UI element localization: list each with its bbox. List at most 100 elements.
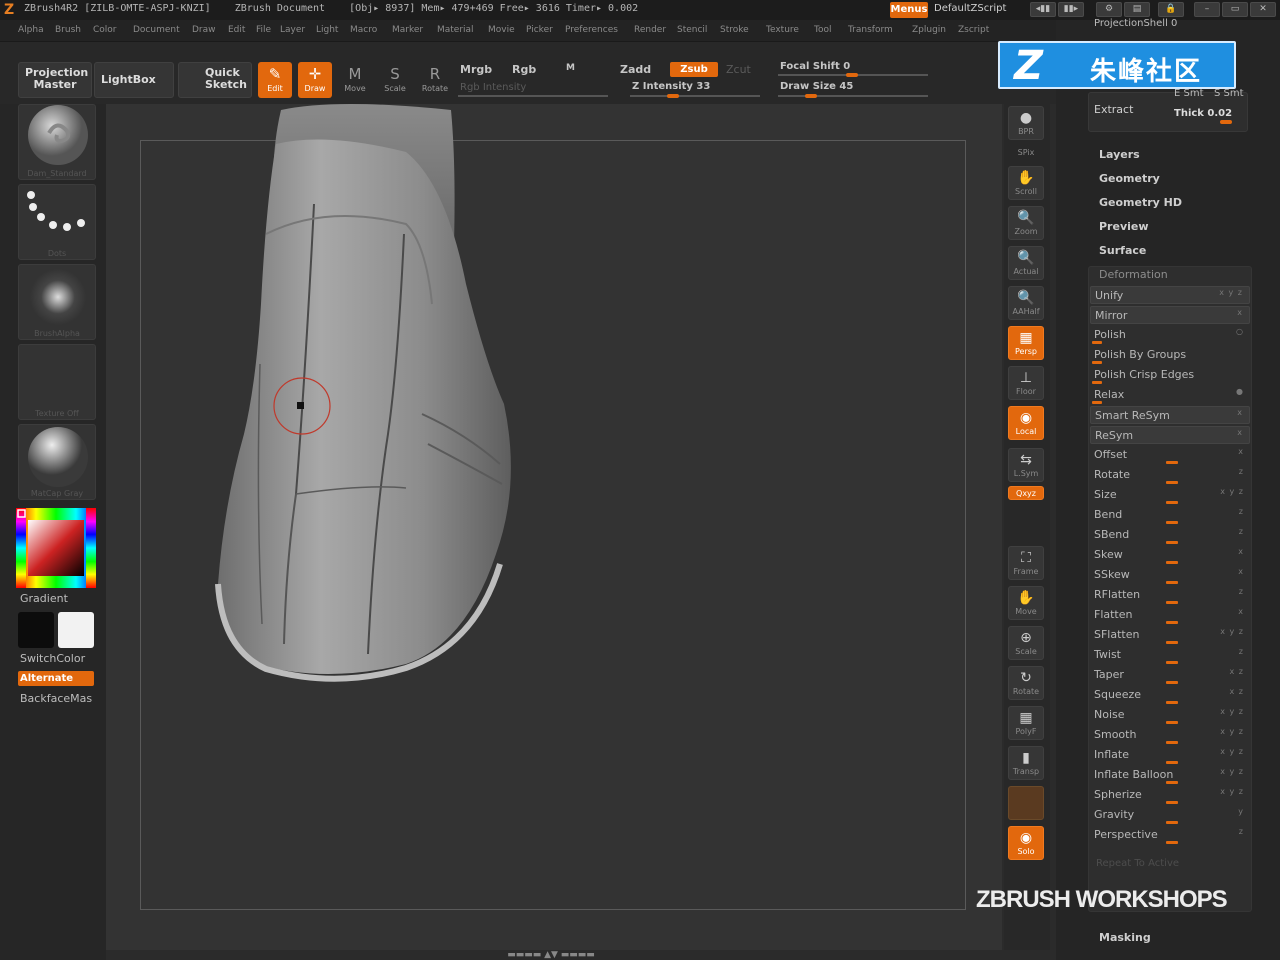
section-geometry[interactable]: Geometry [1099, 172, 1160, 185]
z-intensity-slider[interactable]: Z Intensity 33 [632, 81, 710, 92]
deform-slider-handle[interactable] [1166, 621, 1178, 624]
menu-stroke[interactable]: Stroke [720, 25, 749, 35]
focal-shift-handle[interactable] [846, 73, 858, 77]
deform-slider-handle[interactable] [1166, 461, 1178, 464]
deform-taper[interactable]: Taper x z [1090, 666, 1250, 684]
menu-alpha[interactable]: Alpha [18, 25, 44, 35]
menu-zplugin[interactable]: Zplugin [912, 25, 946, 35]
deform-squeeze[interactable]: Squeeze x z [1090, 686, 1250, 704]
menu-material[interactable]: Material [437, 25, 474, 35]
view-scale-button[interactable]: ⊕ Scale [1008, 626, 1044, 660]
axis-toggle[interactable]: x y z [1220, 787, 1244, 796]
s-smt-slider[interactable]: S Smt [1214, 88, 1244, 99]
thick-slider[interactable]: Thick 0.02 [1174, 108, 1232, 119]
deform-relax[interactable]: Relax ● [1090, 386, 1250, 404]
view-move-button[interactable]: ✋ Move [1008, 586, 1044, 620]
minimize-icon[interactable]: – [1194, 2, 1220, 17]
secondary-color-swatch[interactable] [18, 612, 54, 648]
stroke-thumbnail[interactable]: Dots [18, 184, 96, 260]
menu-file[interactable]: File [256, 25, 271, 35]
menu-movie[interactable]: Movie [488, 25, 515, 35]
deform-slider-handle[interactable] [1166, 821, 1178, 824]
focal-shift-slider[interactable]: Focal Shift 0 [780, 61, 850, 72]
menu-texture[interactable]: Texture [766, 25, 799, 35]
zbrush-logo-icon[interactable]: Z [4, 2, 14, 18]
deform-slider-handle[interactable] [1166, 741, 1178, 744]
view-aahalf-button[interactable]: 🔍 AAHalf [1008, 286, 1044, 320]
menus-button[interactable]: Menus [890, 2, 928, 18]
menu-transform[interactable]: Transform [848, 25, 893, 35]
deform-perspective[interactable]: Perspective z [1090, 826, 1250, 844]
rgb-intensity-track[interactable] [458, 95, 608, 97]
deform-slider-handle[interactable] [1166, 641, 1178, 644]
deform-flatten[interactable]: Flatten x [1090, 606, 1250, 624]
menu-marker[interactable]: Marker [392, 25, 423, 35]
sculpt-model[interactable] [106, 104, 1002, 950]
axis-toggle[interactable]: x z [1230, 687, 1244, 696]
menu-tool[interactable]: Tool [814, 25, 831, 35]
view-rotate-button[interactable]: ↻ Rotate [1008, 666, 1044, 700]
axis-toggle[interactable]: x [1238, 547, 1244, 556]
axis-toggle[interactable]: z [1239, 587, 1244, 596]
deform-slider-handle[interactable] [1166, 761, 1178, 764]
section-geometry-hd[interactable]: Geometry HD [1099, 196, 1182, 209]
deform-mirror[interactable]: Mirror x [1090, 306, 1250, 324]
deform-sbend[interactable]: SBend z [1090, 526, 1250, 544]
deform-slider-handle[interactable] [1092, 381, 1102, 384]
deform-polish-by-groups[interactable]: Polish By Groups [1090, 346, 1250, 364]
deform-polish-crisp-edges[interactable]: Polish Crisp Edges [1090, 366, 1250, 384]
rgb-intensity-slider[interactable]: Rgb Intensity [460, 82, 526, 93]
deform-skew[interactable]: Skew x [1090, 546, 1250, 564]
axis-toggle[interactable]: x y z [1220, 707, 1244, 716]
menu-draw[interactable]: Draw [192, 25, 216, 35]
tool-draw-button[interactable]: ✛ Draw [298, 62, 332, 98]
z-intensity-track[interactable] [630, 95, 760, 97]
deform-slider-handle[interactable] [1166, 501, 1178, 504]
z-intensity-handle[interactable] [666, 94, 679, 98]
deform-slider-handle[interactable] [1092, 361, 1102, 364]
view-frame-button[interactable]: ⛶ Frame [1008, 546, 1044, 580]
view-polyf-button[interactable]: ▦ PolyF [1008, 706, 1044, 740]
axis-toggle[interactable]: x [1237, 408, 1243, 417]
projection-master-button[interactable]: Projection Master [18, 62, 92, 98]
view-local-button[interactable]: ◉ Local [1008, 406, 1044, 440]
deform-slider-handle[interactable] [1166, 521, 1178, 524]
axis-toggle[interactable]: z [1239, 507, 1244, 516]
view-spix-button[interactable]: SPix [1008, 146, 1044, 162]
deform-offset[interactable]: Offset x [1090, 446, 1250, 464]
switchcolor-button[interactable]: SwitchColor [20, 652, 85, 665]
tool-move-button[interactable]: M Move [338, 62, 372, 98]
section-layers[interactable]: Layers [1099, 148, 1140, 161]
menu-brush[interactable]: Brush [55, 25, 81, 35]
view-scroll-button[interactable]: ✋ Scroll [1008, 166, 1044, 200]
deform-slider-handle[interactable] [1166, 561, 1178, 564]
layout-prev-icon[interactable]: ◂▮▮ [1030, 2, 1056, 17]
deform-inflate[interactable]: Inflate x y z [1090, 746, 1250, 764]
deform-slider-handle[interactable] [1166, 841, 1178, 844]
menu-macro[interactable]: Macro [350, 25, 377, 35]
axis-toggle[interactable]: x y z [1220, 627, 1244, 636]
mrgb-button[interactable]: Mrgb [460, 63, 492, 76]
menu-preferences[interactable]: Preferences [565, 25, 618, 35]
deform-smooth[interactable]: Smooth x y z [1090, 726, 1250, 744]
deform-noise[interactable]: Noise x y z [1090, 706, 1250, 724]
lock-icon[interactable]: 🔒 [1158, 2, 1184, 17]
tool-scale-button[interactable]: S Scale [378, 62, 412, 98]
view-floor-button[interactable]: ⊥ Floor [1008, 366, 1044, 400]
masking-section[interactable]: Masking [1099, 931, 1151, 944]
zsub-button[interactable]: Zsub [670, 62, 718, 77]
deform-slider-handle[interactable] [1166, 541, 1178, 544]
deform-sflatten[interactable]: SFlatten x y z [1090, 626, 1250, 644]
axis-toggle[interactable]: x y z [1220, 767, 1244, 776]
quick-sketch-button[interactable]: Quick Sketch [178, 62, 252, 98]
brush-thumbnail[interactable]: Dam_Standard [18, 104, 96, 180]
color-picker[interactable] [16, 508, 96, 588]
deform-rflatten[interactable]: RFlatten z [1090, 586, 1250, 604]
deform-size[interactable]: Size x y z [1090, 486, 1250, 504]
axis-toggle[interactable]: x y z [1220, 747, 1244, 756]
texture-thumbnail[interactable]: Texture Off [18, 344, 96, 420]
deform-gravity[interactable]: Gravity y [1090, 806, 1250, 824]
axis-toggle[interactable]: ● [1236, 387, 1244, 396]
menu-render[interactable]: Render [634, 25, 666, 35]
extract-button[interactable]: Extract [1094, 103, 1133, 116]
